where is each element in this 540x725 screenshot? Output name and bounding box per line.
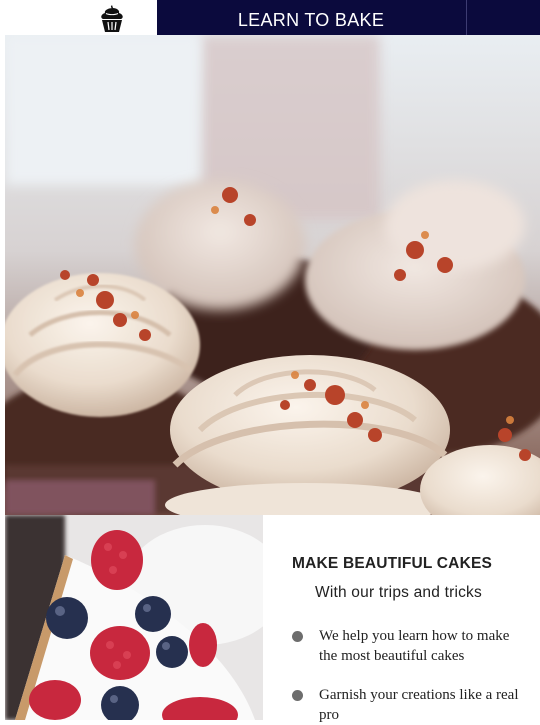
section-subheading: With our trips and tricks bbox=[315, 584, 482, 601]
section-heading: MAKE BEAUTIFUL CAKES bbox=[292, 555, 493, 572]
bullet-dot-icon bbox=[292, 631, 303, 642]
menu-button[interactable] bbox=[466, 0, 540, 35]
info-panel: MAKE BEAUTIFUL CAKES With our trips and … bbox=[263, 515, 540, 723]
site-title: LEARN TO BAKE bbox=[237, 10, 385, 30]
hero-cupcakes-image bbox=[5, 35, 540, 515]
cupcake-icon bbox=[101, 5, 123, 32]
bullet-dot-icon bbox=[292, 690, 303, 701]
feature-text: We help you learn how to make the most b… bbox=[319, 628, 510, 664]
berry-cake-image bbox=[5, 515, 263, 720]
site-header: LEARN TO BAKE bbox=[0, 0, 540, 35]
feature-text: Garnish your creations like a real pro bbox=[319, 687, 519, 723]
home-logo-link[interactable] bbox=[0, 0, 157, 35]
